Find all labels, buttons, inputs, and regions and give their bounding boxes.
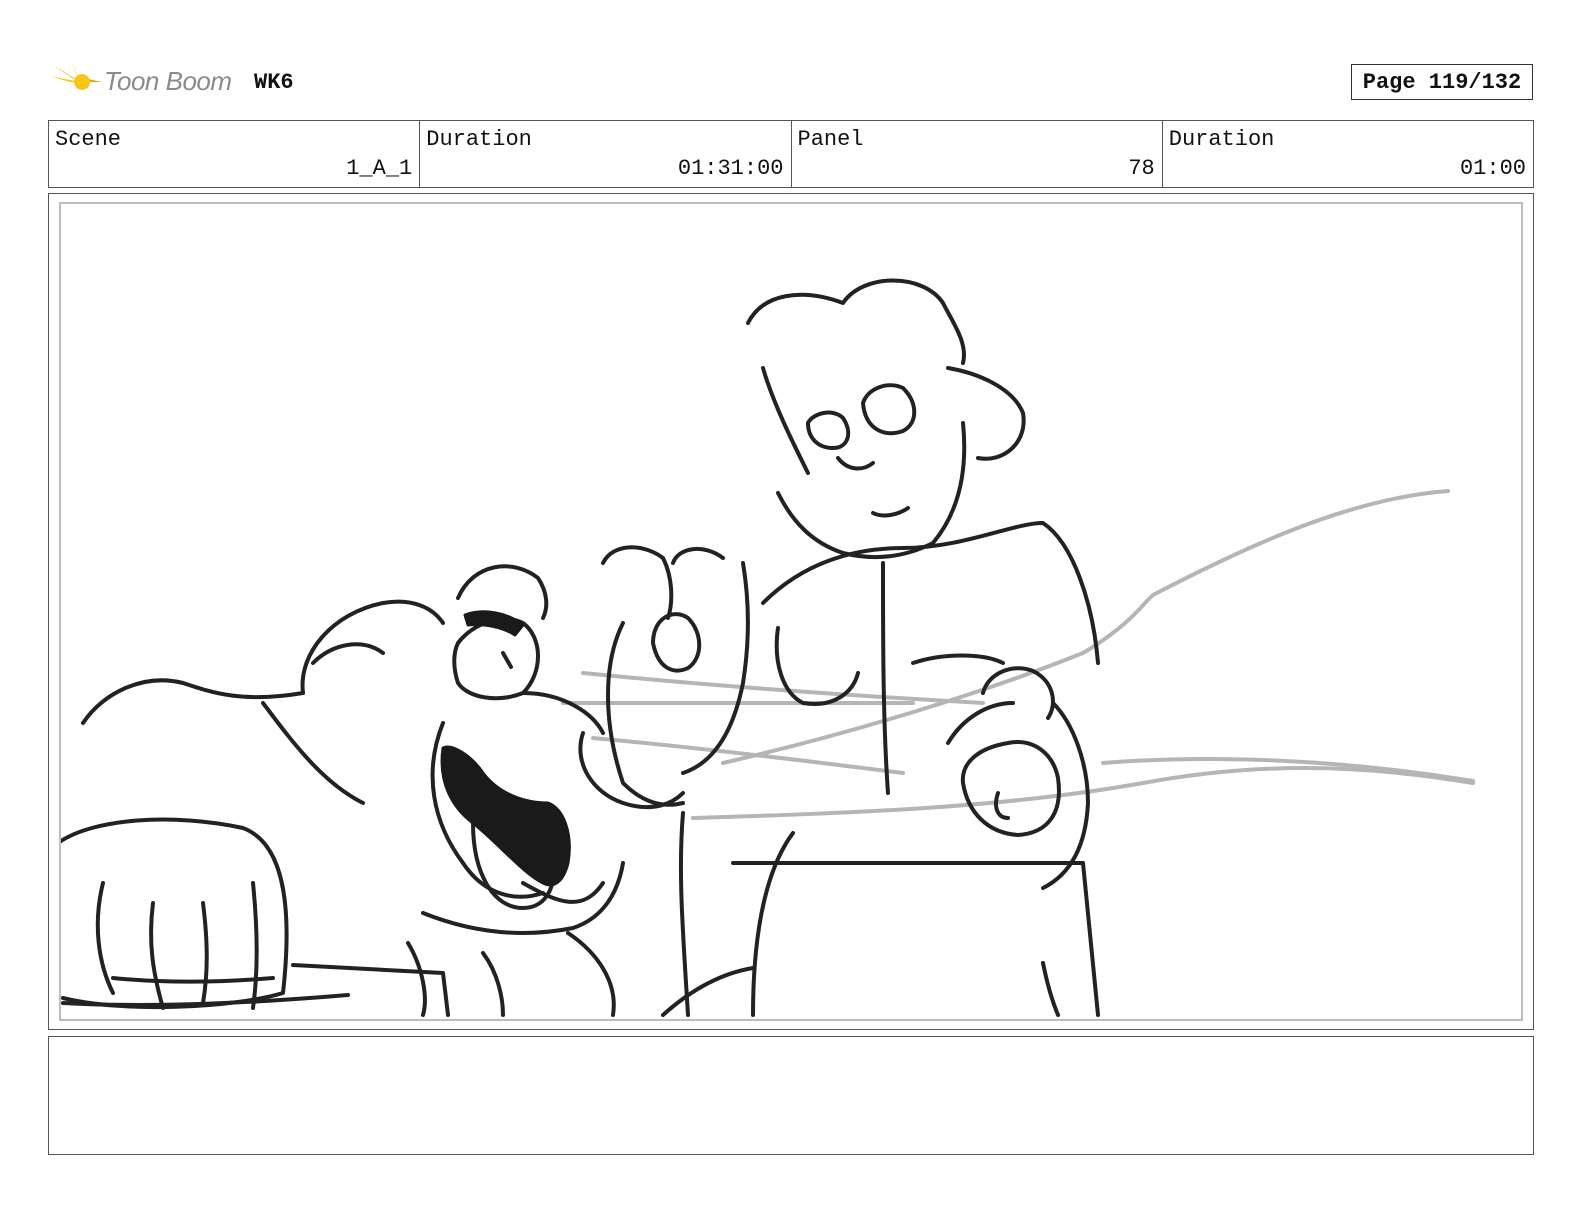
panel-cell: Panel 78 [792, 121, 1163, 187]
sketch-drawing [61, 278, 1475, 1017]
starburst-logo-icon [50, 58, 102, 106]
scene-duration-cell: Duration 01:31:00 [420, 121, 792, 187]
toon-boom-logo: Toon Boom [50, 56, 250, 108]
scene-info-row: Scene 1_A_1 Duration 01:31:00 Panel 78 D… [48, 120, 1534, 188]
ink-lines [61, 278, 1100, 1017]
panel-duration-cell: Duration 01:00 [1163, 121, 1533, 187]
panel-duration-label: Duration [1168, 127, 1275, 152]
scene-duration-value: 01:31:00 [677, 156, 784, 181]
scene-label: Scene [55, 127, 122, 152]
panel-value: 78 [1128, 156, 1155, 181]
storyboard-panel-frame [48, 193, 1534, 1030]
panel-notes-box [48, 1036, 1534, 1155]
logo-text: Toon Boom [104, 66, 232, 96]
lion-mouth-shading [440, 610, 571, 887]
storyboard-panel-image [59, 202, 1523, 1021]
panel-label: Panel [797, 127, 864, 152]
panel-duration-value: 01:00 [1459, 156, 1526, 181]
scene-value: 1_A_1 [346, 156, 413, 181]
scene-duration-label: Duration [426, 127, 532, 152]
scene-cell: Scene 1_A_1 [49, 121, 421, 187]
page-counter: Page 119/132 [1351, 64, 1533, 100]
project-name: WK6 [254, 70, 294, 95]
